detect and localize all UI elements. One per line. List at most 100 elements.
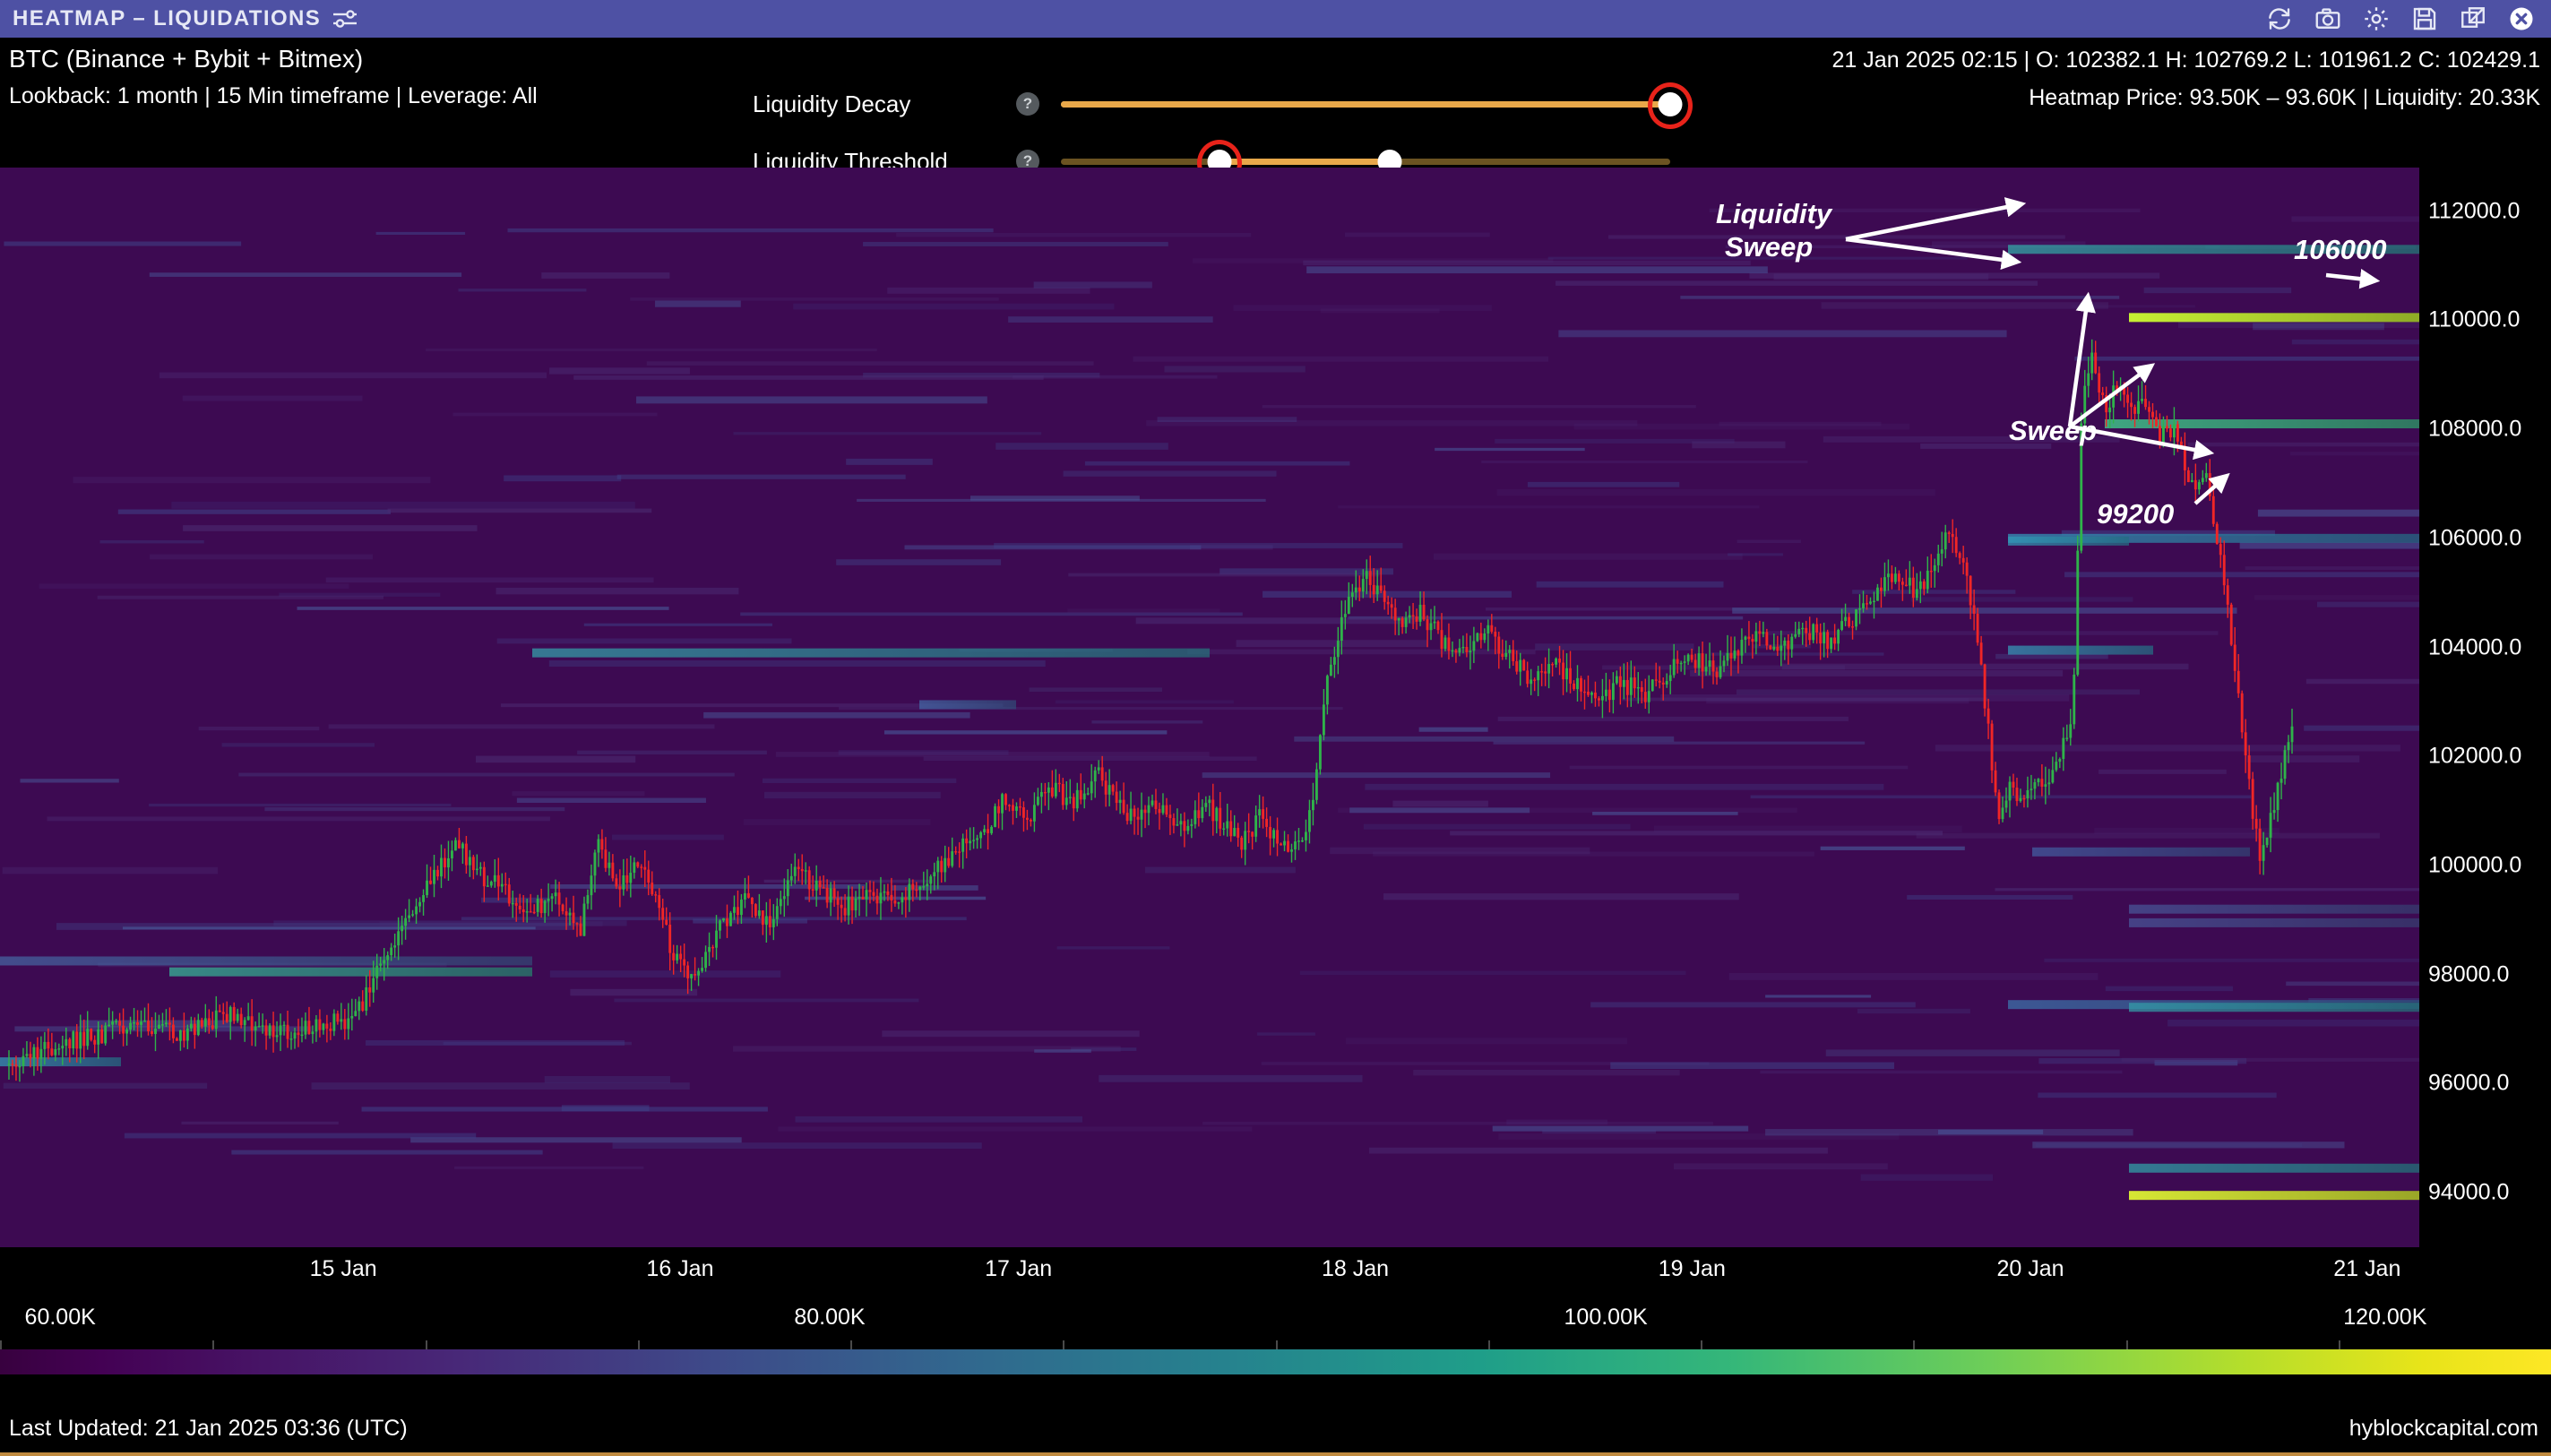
candle-body bbox=[457, 840, 461, 849]
candle-body bbox=[1665, 681, 1668, 685]
candle-body bbox=[1422, 604, 1426, 620]
candle-body bbox=[2022, 797, 2026, 800]
colorbar-tick-label: 120.00K bbox=[2343, 1305, 2427, 1330]
liquidity-decay-slider[interactable] bbox=[1061, 82, 1693, 129]
candle-body bbox=[1090, 781, 1093, 794]
price-tick-label: 94000.0 bbox=[2428, 1179, 2510, 1205]
candle-body bbox=[343, 1019, 347, 1030]
candle-body bbox=[1997, 792, 2001, 820]
candle-body bbox=[1594, 692, 1597, 699]
candle-body bbox=[1747, 636, 1751, 640]
candle-body bbox=[875, 895, 879, 904]
liquidity-texture-bar bbox=[1556, 280, 2038, 286]
candle-body bbox=[1343, 614, 1347, 617]
candle-body bbox=[532, 911, 536, 914]
candle-body bbox=[1722, 660, 1726, 667]
candle-body bbox=[1079, 789, 1082, 800]
candle-body bbox=[1476, 633, 1479, 642]
camera-icon[interactable] bbox=[2314, 5, 2341, 32]
liquidity-texture-bar bbox=[264, 806, 565, 812]
candle-body bbox=[2055, 762, 2058, 771]
candle-body bbox=[1590, 692, 1593, 695]
candle-body bbox=[93, 1039, 97, 1045]
candle-body bbox=[1587, 691, 1590, 695]
candle-body bbox=[568, 912, 572, 916]
candle-body bbox=[1125, 813, 1129, 822]
candle-body bbox=[32, 1047, 36, 1059]
candle-body bbox=[764, 916, 768, 926]
liquidation-heatmap-chart[interactable]: Liquidity Sweep 106000 Sweep 99200 bbox=[0, 168, 2419, 1247]
candle-body bbox=[268, 1025, 271, 1036]
candle-body bbox=[694, 974, 697, 976]
candle-body bbox=[368, 986, 372, 993]
liquidity-texture-bar bbox=[541, 272, 670, 279]
candle-body bbox=[1361, 579, 1365, 592]
liquidity-decay-control[interactable]: Liquidity Decay ? bbox=[753, 82, 1693, 129]
candle-body bbox=[43, 1041, 47, 1049]
liquidity-texture-bar bbox=[883, 730, 1168, 735]
liquidity-texture-bar bbox=[846, 458, 933, 465]
liquidity-level-bar bbox=[2032, 847, 2250, 857]
candle-body bbox=[1194, 810, 1197, 824]
liquidity-texture-bar bbox=[325, 577, 654, 583]
candle-body bbox=[1008, 805, 1011, 806]
candle-body bbox=[879, 892, 883, 904]
candle-body bbox=[990, 826, 993, 833]
candle-body bbox=[1075, 789, 1079, 809]
candle-body bbox=[2204, 473, 2208, 478]
candle-body bbox=[2069, 724, 2073, 738]
candle-body bbox=[668, 925, 672, 953]
candle-body bbox=[865, 890, 868, 900]
layers-icon[interactable] bbox=[2460, 5, 2486, 32]
liquidity-texture-bar bbox=[1135, 617, 1416, 625]
gear-icon[interactable] bbox=[2363, 5, 2390, 32]
candle-body bbox=[2051, 770, 2055, 783]
candle-body bbox=[1204, 803, 1208, 807]
candle-body bbox=[1636, 686, 1640, 689]
annotation-liquidity-sweep-line2: Sweep bbox=[1725, 231, 1813, 263]
close-icon[interactable] bbox=[2508, 5, 2535, 32]
candle-body bbox=[218, 1010, 221, 1012]
liquidity-colorbar: 60.00K 80.00K 100.00K 120.00K bbox=[0, 1299, 2551, 1407]
liquidity-texture-bar bbox=[836, 559, 1002, 565]
candle-body bbox=[840, 904, 843, 909]
candle-body bbox=[129, 1022, 133, 1030]
candle-body bbox=[550, 896, 554, 900]
candle-body bbox=[1032, 805, 1036, 822]
candle-body bbox=[1922, 581, 1926, 590]
candle-body bbox=[1368, 571, 1372, 585]
candle-body bbox=[1240, 837, 1244, 850]
candle-body bbox=[1454, 650, 1458, 653]
annotation-level-99200: 99200 bbox=[2097, 498, 2174, 530]
candle-body bbox=[1451, 650, 1454, 652]
candle-body bbox=[2197, 482, 2201, 490]
liquidity-texture-bar bbox=[238, 772, 735, 777]
candle-body bbox=[1607, 689, 1611, 701]
save-icon[interactable] bbox=[2411, 5, 2438, 32]
candle-body bbox=[1483, 633, 1487, 641]
candle-body bbox=[1418, 604, 1422, 622]
help-icon[interactable]: ? bbox=[1016, 92, 1039, 116]
candle-body bbox=[232, 1006, 236, 1021]
sliders-icon[interactable] bbox=[332, 7, 358, 30]
candle-body bbox=[1111, 785, 1115, 792]
candle-body bbox=[750, 897, 754, 905]
liquidity-texture-bar bbox=[583, 623, 772, 626]
candle-body bbox=[1097, 767, 1100, 771]
candle-body bbox=[1618, 676, 1622, 687]
candle-body bbox=[358, 1001, 361, 1012]
refresh-icon[interactable] bbox=[2266, 5, 2293, 32]
candle-body bbox=[1186, 825, 1190, 831]
time-tick-label: 20 Jan bbox=[1996, 1256, 2064, 1281]
candle-body bbox=[461, 843, 464, 849]
candle-body bbox=[275, 1035, 279, 1038]
liquidity-texture-bar bbox=[1233, 305, 1492, 312]
candle-body bbox=[1340, 616, 1343, 642]
liquidity-texture-bar bbox=[122, 926, 536, 930]
price-tick-label: 110000.0 bbox=[2428, 306, 2521, 332]
liquidity-texture-bar bbox=[361, 1107, 768, 1112]
candle-body bbox=[944, 857, 947, 873]
candle-body bbox=[165, 1022, 168, 1025]
candle-body bbox=[822, 887, 825, 889]
slider-handle-decay[interactable] bbox=[1658, 92, 1683, 116]
